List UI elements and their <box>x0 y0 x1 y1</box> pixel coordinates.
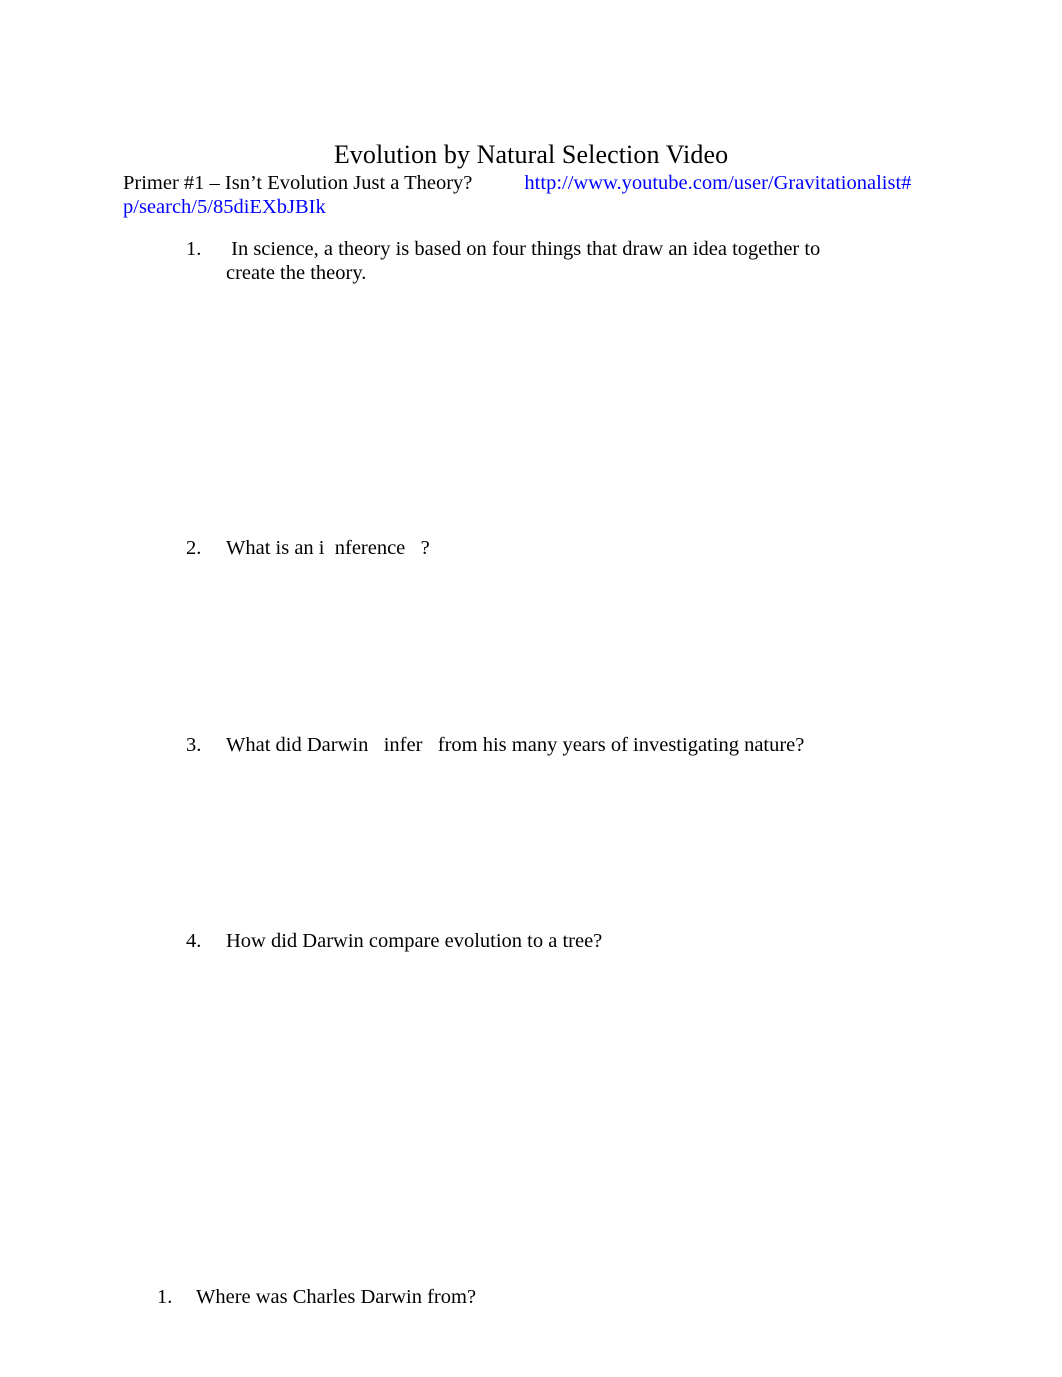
primer-paragraph: Primer #1 – Isn’t Evolution Just a Theor… <box>123 172 923 219</box>
youtube-primer-link-line1: http://www.youtube.com/user/ <box>524 172 774 194</box>
question-text-4: How did Darwin compare evolution to a tr… <box>226 930 603 952</box>
page-title: Evolution by Natural Selection Video <box>333 140 729 170</box>
question-item-3: 3. What did Darwin infer from his many y… <box>186 734 846 758</box>
question-text-5: Where was Charles Darwin from? <box>196 1286 477 1308</box>
question-item-4: 4. How did Darwin compare evolution to a… <box>186 930 846 954</box>
question-item-5: 1. Where was Charles Darwin from? <box>157 1286 857 1310</box>
question-marker-3: 3. <box>186 734 202 756</box>
primer-label: Primer #1 – Isn’t Evolution Just a Theor… <box>123 172 473 194</box>
question-marker-2: 2. <box>186 537 202 559</box>
question-item-2: 2. What is an i nference ? <box>186 537 846 561</box>
question-text-2: What is an i nference ? <box>226 537 430 559</box>
question-marker-1: 1. <box>186 238 202 260</box>
question-text-3: What did Darwin infer from his many year… <box>226 734 805 756</box>
question-item-1: 1. In science, a theory is based on four… <box>186 238 846 285</box>
document-page: Evolution by Natural Selection Video Pri… <box>0 0 1062 1377</box>
question-marker-5: 1. <box>157 1286 173 1308</box>
question-marker-4: 4. <box>186 930 202 952</box>
question-text-1: In science, a theory is based on four th… <box>226 238 826 284</box>
